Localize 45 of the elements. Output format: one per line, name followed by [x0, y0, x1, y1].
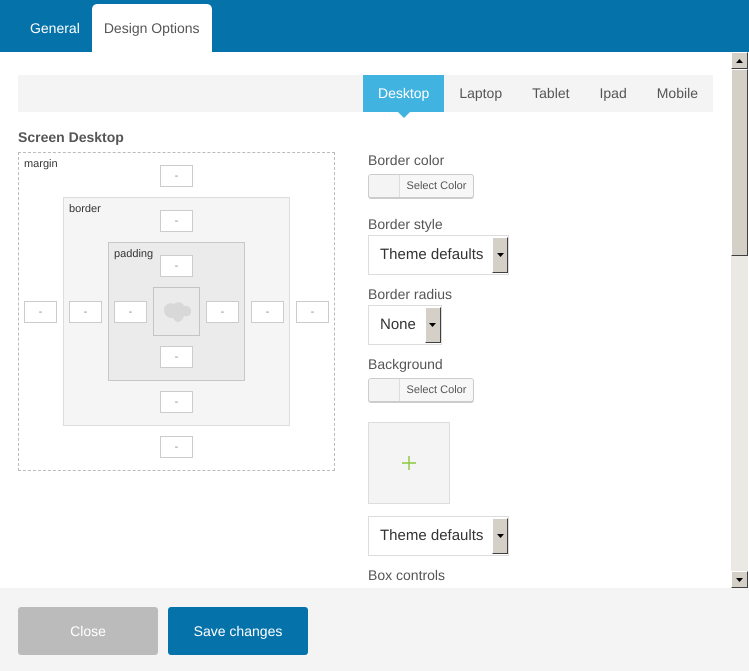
up-triangle-icon [736, 58, 743, 62]
device-tab[interactable]: Ipad [584, 75, 642, 112]
scrollbar-thumb[interactable] [731, 69, 748, 256]
caret-icon [492, 237, 508, 273]
tab[interactable]: Design Options [92, 4, 212, 52]
input-field[interactable]: - [160, 255, 193, 277]
scroll-up-button[interactable] [731, 52, 748, 69]
dropdown[interactable]: Theme defaults [368, 235, 510, 275]
pointer-icon [398, 112, 410, 118]
input-field[interactable]: - [206, 300, 239, 322]
field-label: Border style [368, 215, 443, 234]
scroll-down-button[interactable] [731, 571, 748, 588]
select-color-button[interactable]: Select Color [368, 174, 474, 198]
input-field[interactable]: - [114, 300, 147, 322]
plus-icon [402, 456, 416, 470]
device-tab[interactable]: Tablet [517, 75, 584, 112]
input-field[interactable]: - [160, 391, 193, 413]
caret-icon [424, 307, 441, 343]
field-label: Box controls [368, 566, 446, 585]
color-swatch-icon [369, 175, 400, 197]
input-field[interactable]: - [69, 300, 102, 322]
layer-label: padding [114, 247, 154, 261]
input-field[interactable]: - [160, 436, 193, 458]
section-title: Screen Desktop [18, 128, 125, 147]
dropdown[interactable]: None [368, 305, 442, 345]
device-tab[interactable]: Mobile [642, 75, 713, 112]
input-field[interactable]: - [160, 165, 193, 187]
dropdown[interactable]: Theme defaults [368, 516, 510, 556]
caret-icon [492, 518, 508, 554]
field-label: Background [368, 355, 443, 374]
field-label: Border radius [368, 285, 452, 304]
color-swatch-icon [369, 379, 400, 401]
input-field[interactable]: - [160, 346, 193, 368]
down-triangle-icon [736, 578, 743, 582]
save-button[interactable]: Save changes [168, 607, 308, 655]
input-field[interactable]: - [296, 300, 329, 322]
layer-label: margin [24, 157, 58, 171]
tab[interactable]: General [18, 4, 92, 52]
select-color-button[interactable]: Select Color [368, 378, 474, 402]
input-field[interactable]: - [24, 300, 57, 322]
device-tab[interactable]: Laptop [444, 75, 518, 112]
layer-label: border [69, 202, 101, 216]
field-label: Border color [368, 151, 444, 170]
input-field[interactable]: - [160, 210, 193, 232]
input-field[interactable]: - [251, 300, 284, 322]
